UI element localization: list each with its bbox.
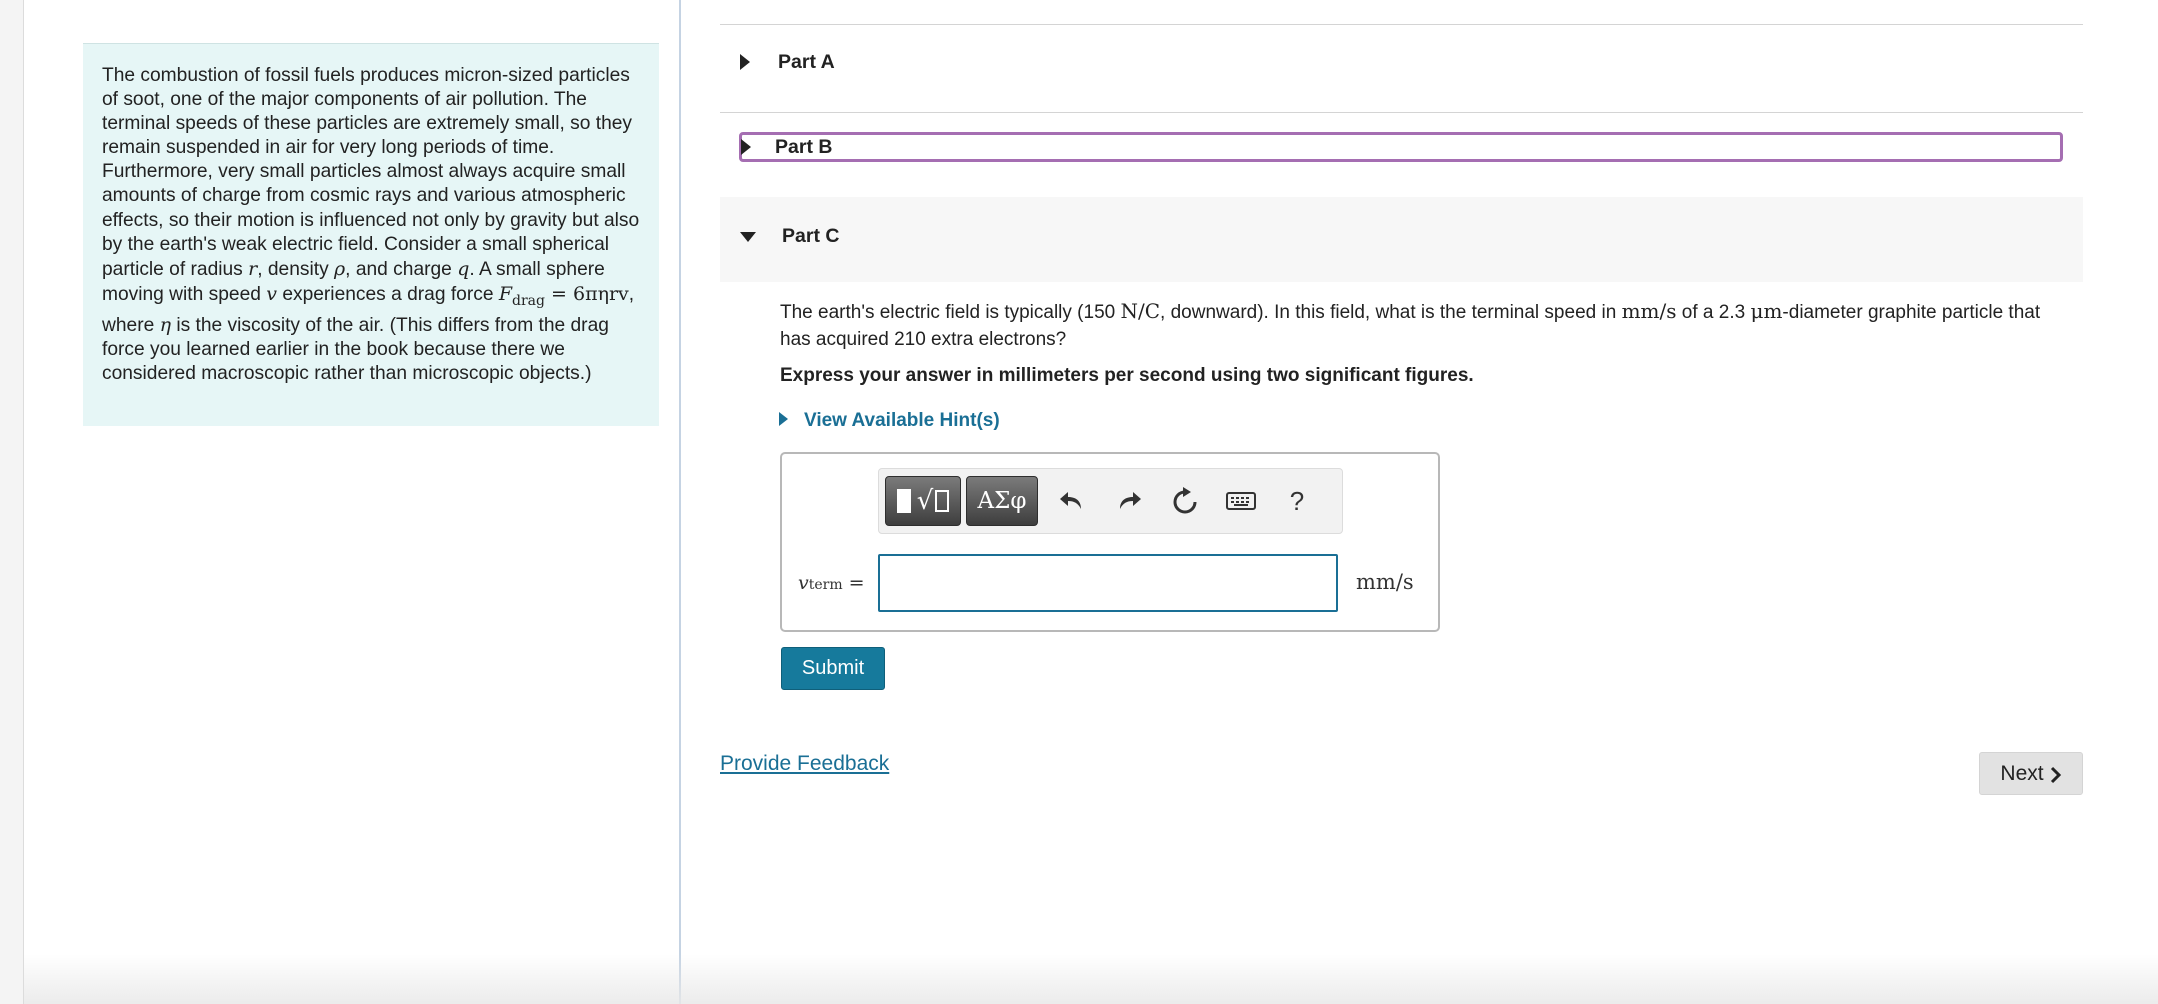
question-part: of a 2.3 bbox=[1676, 302, 1751, 323]
intro-text: , and charge bbox=[345, 258, 458, 280]
divider-line bbox=[720, 24, 2083, 25]
equals-sign: = bbox=[842, 572, 865, 594]
intro-text: The combustion of fossil fuels produces … bbox=[102, 65, 640, 280]
reset-icon[interactable] bbox=[1167, 483, 1203, 519]
bottom-shade bbox=[24, 954, 2158, 1004]
var-v: v bbox=[798, 572, 809, 594]
caret-right-icon bbox=[779, 412, 788, 426]
view-hints-link[interactable]: View Available Hint(s) bbox=[779, 410, 1000, 432]
pane-divider bbox=[679, 0, 681, 1004]
var-subscript: term bbox=[808, 577, 843, 593]
answer-input[interactable] bbox=[878, 554, 1338, 612]
radical-icon: √ bbox=[916, 486, 934, 516]
field-unit: N/C bbox=[1120, 299, 1161, 323]
var-v: v bbox=[266, 282, 277, 305]
answer-unit: mm/s bbox=[1356, 570, 1414, 594]
caret-right-icon bbox=[741, 139, 751, 155]
part-c-title: Part C bbox=[782, 225, 840, 247]
part-c-toggle[interactable]: Part C bbox=[720, 197, 2083, 282]
var-f: F bbox=[498, 282, 513, 305]
var-r: r bbox=[248, 257, 258, 280]
symbols-label: ΑΣφ bbox=[977, 488, 1027, 514]
answer-box: √ ΑΣφ ? vterm = mm/s bbox=[780, 452, 1440, 632]
question-part: , downward). In this field, what is the … bbox=[1160, 302, 1622, 323]
redo-icon[interactable] bbox=[1111, 483, 1147, 519]
var-q: q bbox=[457, 257, 470, 280]
var-eta: η bbox=[159, 313, 171, 336]
part-b-toggle[interactable]: Part B bbox=[739, 132, 2063, 162]
answer-instruction: Express your answer in millimeters per s… bbox=[780, 365, 1474, 386]
answer-variable-label: vterm = bbox=[798, 572, 865, 594]
next-button[interactable]: Next bbox=[1979, 752, 2083, 795]
box-icon bbox=[935, 490, 950, 512]
window-left-edge bbox=[0, 0, 24, 1004]
help-icon[interactable]: ? bbox=[1279, 483, 1315, 519]
question-text: The earth's electric field is typically … bbox=[780, 298, 2070, 353]
part-a-toggle[interactable]: Part A bbox=[720, 42, 2083, 82]
var-rho: ρ bbox=[334, 257, 346, 280]
next-label: Next bbox=[2000, 761, 2044, 785]
drag-subscript: drag bbox=[512, 292, 545, 309]
chevron-right-icon bbox=[2050, 766, 2061, 783]
question-part: The earth's electric field is typically … bbox=[780, 302, 1121, 323]
divider-line bbox=[720, 112, 2083, 113]
intro-text: , density bbox=[257, 258, 334, 280]
speed-unit: mm/s bbox=[1621, 299, 1677, 323]
templates-button[interactable]: √ bbox=[885, 476, 961, 526]
intro-text: is the viscosity of the air. (This diffe… bbox=[102, 314, 609, 385]
micrometer-unit: μm bbox=[1750, 299, 1783, 323]
drag-equation: = 6πηrv bbox=[545, 282, 629, 305]
math-toolbar: √ ΑΣφ ? bbox=[878, 468, 1343, 534]
intro-text: experiences a drag force bbox=[276, 283, 499, 305]
part-b-title: Part B bbox=[775, 135, 833, 158]
provide-feedback-link[interactable]: Provide Feedback bbox=[720, 752, 889, 776]
problem-intro: The combustion of fossil fuels produces … bbox=[83, 43, 659, 426]
submit-button[interactable]: Submit bbox=[781, 647, 885, 690]
undo-icon[interactable] bbox=[1054, 483, 1090, 519]
hint-label: View Available Hint(s) bbox=[804, 410, 1000, 431]
cursor-block-icon bbox=[896, 489, 911, 513]
part-a-title: Part A bbox=[778, 50, 835, 73]
caret-right-icon bbox=[740, 54, 750, 70]
symbols-button[interactable]: ΑΣφ bbox=[966, 476, 1038, 526]
caret-down-icon bbox=[740, 231, 756, 242]
keyboard-icon[interactable] bbox=[1223, 483, 1259, 519]
